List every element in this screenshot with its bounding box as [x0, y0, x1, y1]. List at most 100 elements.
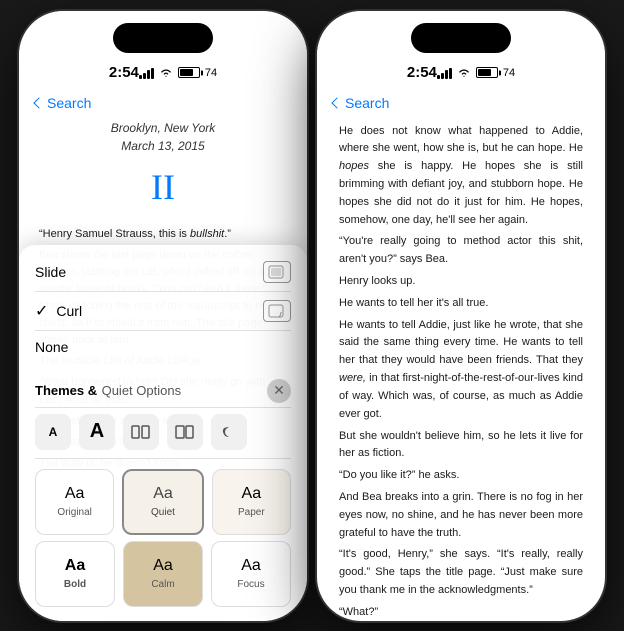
quiet-options-label: Quiet Options: [102, 383, 182, 398]
curl-preview-icon: [268, 304, 286, 318]
chapter-number: II: [39, 159, 287, 217]
right-para-3: He wants to tell her it's all true.: [339, 295, 583, 313]
text-increase-button[interactable]: A: [79, 414, 115, 450]
right-para-2: Henry looks up.: [339, 273, 583, 291]
signal-bar-1: [139, 75, 142, 79]
right-battery-fill: [478, 69, 492, 76]
columns-icon: [131, 424, 151, 440]
right-status-icons: 74: [437, 67, 515, 79]
right-para-6: “Do you like it?” he asks.: [339, 467, 583, 485]
right-para-5: But she wouldn't believe him, so he lets…: [339, 428, 583, 464]
left-dynamic-island: [113, 23, 213, 53]
r-signal-bar-1: [437, 75, 440, 79]
left-back-button[interactable]: Search: [35, 95, 291, 111]
calm-aa: Aa: [153, 557, 173, 575]
transition-curl[interactable]: ✓ Curl: [35, 292, 291, 331]
left-back-label: Search: [47, 95, 91, 111]
r-signal-bar-4: [449, 68, 452, 79]
themes-title-group: Themes & Quiet Options: [35, 382, 181, 400]
wifi-icon: [159, 67, 173, 78]
right-battery: [476, 67, 498, 78]
bold-aa: Aa: [65, 557, 85, 575]
left-battery-label: 74: [205, 67, 217, 79]
calm-label: Calm: [151, 579, 174, 590]
theme-paper[interactable]: Aa Paper: [212, 469, 291, 535]
paper-aa: Aa: [242, 485, 262, 503]
overlay-panel: Slide ✓ Curl: [19, 245, 307, 621]
original-label: Original: [57, 507, 91, 518]
left-time: 2:54: [109, 64, 139, 81]
left-status-bar: 2:54 74: [85, 47, 241, 91]
quiet-aa: Aa: [153, 485, 173, 503]
brightness-button[interactable]: [211, 414, 247, 450]
book-location: Brooklyn, New YorkMarch 13, 2015: [39, 119, 287, 155]
theme-bold[interactable]: Aa Bold: [35, 541, 115, 607]
left-battery: [178, 67, 200, 78]
right-para-1: “You're really going to method actor thi…: [339, 233, 583, 269]
right-book-content: He does not know what happened to Addie,…: [317, 119, 605, 621]
left-nav-bar[interactable]: Search: [19, 91, 307, 119]
transition-options: Slide ✓ Curl: [19, 245, 307, 371]
right-para-4: He wants to tell Addie, just like he wro…: [339, 317, 583, 424]
focus-aa: Aa: [241, 557, 261, 575]
r-signal-bar-2: [441, 73, 444, 79]
paper-label: Paper: [238, 507, 265, 518]
right-signal: [437, 67, 452, 79]
transition-none-label: None: [35, 339, 68, 355]
transition-none[interactable]: None: [35, 331, 291, 363]
signal-bar-2: [143, 73, 146, 79]
themes-title: Themes &: [35, 383, 97, 398]
book-icon: [175, 424, 195, 440]
left-phone: 2:54 74: [19, 11, 307, 621]
theme-swatches-row1: Aa Original Aa Quiet Aa Paper: [35, 459, 291, 541]
right-top-area: 2:54 74: [317, 11, 605, 91]
right-battery-label: 74: [503, 67, 515, 79]
columns-button[interactable]: [123, 414, 159, 450]
right-nav-bar[interactable]: Search: [317, 91, 605, 119]
right-para-8: “It's good, Henry,” she says. “It's real…: [339, 546, 583, 599]
moon-icon: [219, 424, 239, 440]
left-battery-fill: [180, 69, 194, 76]
signal-bar-3: [147, 70, 150, 79]
theme-swatches-row2: Aa Bold Aa Calm Aa Focus: [35, 541, 291, 621]
transition-slide-label: Slide: [35, 264, 66, 280]
themes-header-row: Themes & Quiet Options ✕: [35, 375, 291, 407]
right-chevron-icon: [331, 97, 342, 108]
quiet-label: Quiet: [151, 507, 175, 518]
right-back-label: Search: [345, 95, 389, 111]
right-wifi-icon: [457, 67, 471, 78]
transition-curl-label: Curl: [56, 303, 82, 319]
right-phone: 2:54 74: [317, 11, 605, 621]
text-decrease-button[interactable]: A: [35, 414, 71, 450]
theme-focus[interactable]: Aa Focus: [211, 541, 291, 607]
phones-container: 2:54 74: [9, 1, 615, 631]
slide-preview-icon: [268, 265, 286, 279]
left-chevron-icon: [33, 97, 44, 108]
right-back-button[interactable]: Search: [333, 95, 589, 111]
left-top-area: 2:54 74: [19, 11, 307, 91]
focus-label: Focus: [237, 579, 264, 590]
right-para-9: “What?”: [339, 604, 583, 621]
right-para-7: And Bea breaks into a grin. There is no …: [339, 489, 583, 542]
book-layout-button[interactable]: [167, 414, 203, 450]
theme-original[interactable]: Aa Original: [35, 469, 114, 535]
right-dynamic-island: [411, 23, 511, 53]
transition-curl-icon: [263, 300, 291, 322]
themes-section: Themes & Quiet Options ✕ A A: [19, 371, 307, 621]
text-controls: A A: [35, 407, 291, 459]
close-button[interactable]: ✕: [267, 379, 291, 403]
right-para-0: He does not know what happened to Addie,…: [339, 123, 583, 230]
right-status-bar: 2:54 74: [383, 47, 539, 91]
transition-slide-icon: [263, 261, 291, 283]
signal-bar-4: [151, 68, 154, 79]
theme-calm[interactable]: Aa Calm: [123, 541, 203, 607]
book-header: Brooklyn, New YorkMarch 13, 2015 II: [39, 119, 287, 217]
theme-quiet[interactable]: Aa Quiet: [122, 469, 203, 535]
left-signal: [139, 67, 154, 79]
book-para-0: “Henry Samuel Strauss, this is bullshit.…: [39, 226, 287, 243]
r-signal-bar-3: [445, 70, 448, 79]
original-aa: Aa: [65, 485, 85, 503]
left-status-icons: 74: [139, 67, 217, 79]
right-time: 2:54: [407, 64, 437, 81]
transition-slide[interactable]: Slide: [35, 253, 291, 292]
